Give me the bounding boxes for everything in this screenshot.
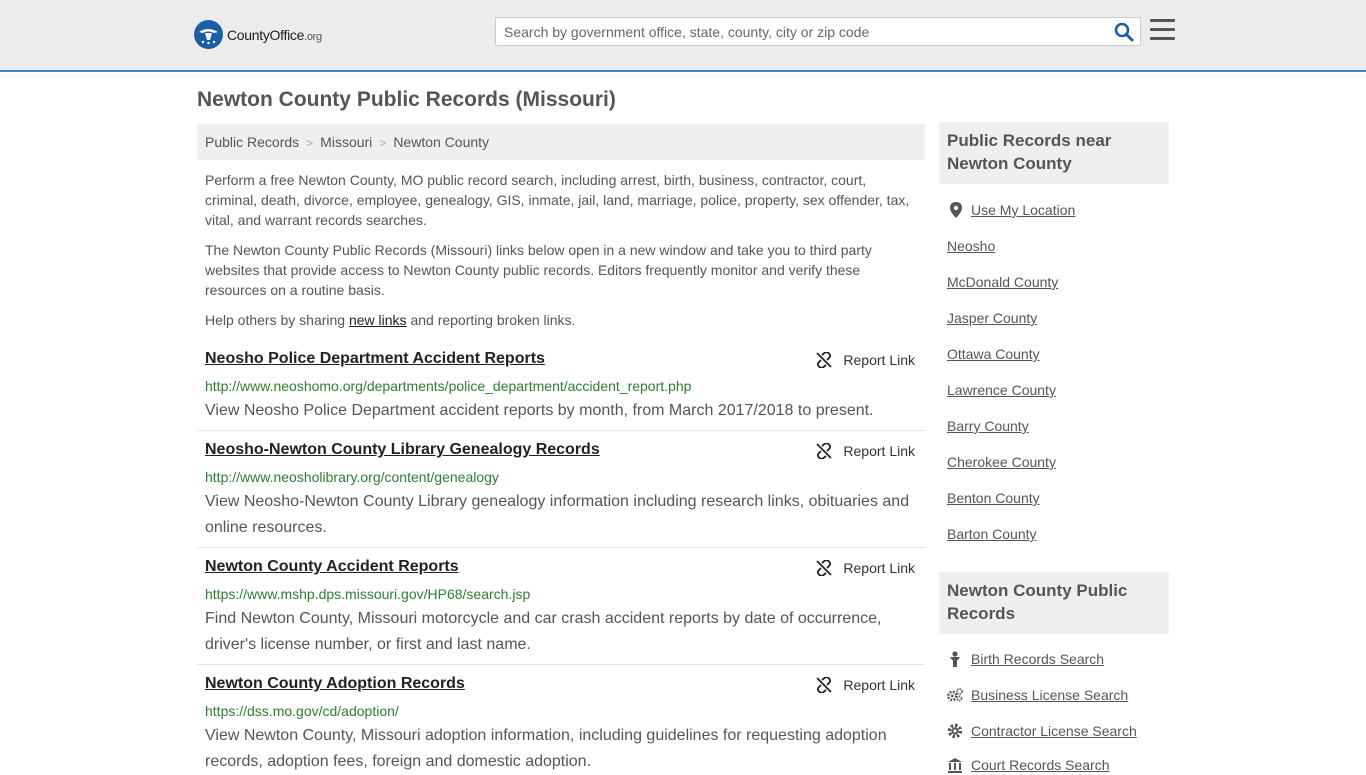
record-description: View Newton County, Missouri adoption in…	[205, 727, 887, 770]
business-license-search-link[interactable]: Business License Search	[947, 687, 1128, 703]
broken-link-icon	[816, 560, 833, 576]
gear-icon	[947, 723, 963, 739]
page-title: Newton County Public Records (Missouri)	[197, 88, 616, 111]
nearby-link-ottawa-county[interactable]: Ottawa County	[947, 346, 1040, 362]
record-title-link[interactable]: Neosho Police Department Accident Report…	[205, 350, 545, 368]
record-item: Neosho Police Department Accident Report…	[197, 350, 925, 431]
nearby-link-mcdonald-county[interactable]: McDonald County	[947, 274, 1058, 290]
record-description: View Neosho Police Department accident r…	[205, 402, 874, 419]
search-box	[495, 17, 1141, 46]
report-link-button[interactable]: Report Link	[816, 443, 915, 459]
logo-text: CountyOffice.org	[227, 26, 322, 43]
report-link-button[interactable]: Report Link	[816, 677, 915, 693]
nearby-link-barton-county[interactable]: Barton County	[947, 526, 1037, 542]
contractor-license-search-link[interactable]: Contractor License Search	[947, 723, 1137, 739]
nearby-records-heading: Public Records near Newton County	[939, 122, 1169, 184]
baby-icon	[947, 651, 963, 667]
nearby-link-neosho[interactable]: Neosho	[947, 238, 995, 254]
record-title-link[interactable]: Newton County Adoption Records	[205, 675, 465, 693]
nearby-link-benton-county[interactable]: Benton County	[947, 490, 1040, 506]
record-description: Find Newton County, Missouri motorcycle …	[205, 610, 882, 653]
report-link-button[interactable]: Report Link	[816, 352, 915, 368]
use-my-location-link[interactable]: Use My Location	[949, 202, 1075, 218]
record-description: View Neosho-Newton County Library geneal…	[205, 493, 910, 536]
nearby-link-jasper-county[interactable]: Jasper County	[947, 310, 1037, 326]
hamburger-menu-icon[interactable]	[1150, 19, 1175, 41]
record-item: Newton County Accident Reports Report Li…	[197, 558, 925, 665]
nearby-link-lawrence-county[interactable]: Lawrence County	[947, 382, 1056, 398]
search-input[interactable]	[496, 18, 1106, 45]
site-header: CountyOffice.org	[0, 0, 1366, 72]
county-records-heading: Newton County Public Records	[939, 572, 1169, 634]
record-item: Neosho-Newton County Library Genealogy R…	[197, 441, 925, 548]
courthouse-icon	[947, 757, 963, 773]
map-marker-icon	[949, 202, 963, 218]
record-url: http://www.neosholibrary.org/content/gen…	[205, 469, 499, 485]
breadcrumb-public-records[interactable]: Public Records	[205, 134, 299, 150]
breadcrumb: Public Records > Missouri > Newton County	[197, 124, 925, 160]
search-icon[interactable]	[1114, 22, 1134, 42]
record-url: https://www.mshp.dps.missouri.gov/HP68/s…	[205, 586, 531, 602]
record-title-link[interactable]: Newton County Accident Reports	[205, 558, 459, 576]
nearby-link-cherokee-county[interactable]: Cherokee County	[947, 454, 1056, 470]
gears-icon	[947, 687, 963, 703]
broken-link-icon	[816, 443, 833, 459]
intro-paragraph-2: The Newton County Public Records (Missou…	[205, 242, 872, 298]
broken-link-icon	[816, 677, 833, 693]
record-url: http://www.neoshomo.org/departments/poli…	[205, 378, 692, 394]
breadcrumb-separator-icon: >	[379, 136, 387, 150]
breadcrumb-separator-icon: >	[306, 136, 314, 150]
breadcrumb-missouri[interactable]: Missouri	[320, 134, 372, 150]
site-logo[interactable]: CountyOffice.org	[194, 20, 322, 49]
new-links-link[interactable]: new links	[349, 312, 407, 328]
intro-paragraph-1: Perform a free Newton County, MO public …	[205, 172, 910, 228]
breadcrumb-newton-county[interactable]: Newton County	[393, 134, 489, 150]
court-records-search-link[interactable]: Court Records Search	[947, 757, 1110, 773]
nearby-link-barry-county[interactable]: Barry County	[947, 418, 1029, 434]
record-url: https://dss.mo.gov/cd/adoption/	[205, 703, 399, 719]
logo-eagle-icon	[194, 20, 223, 49]
intro-paragraph-3: Help others by sharing new links and rep…	[205, 312, 576, 328]
report-link-button[interactable]: Report Link	[816, 560, 915, 576]
broken-link-icon	[816, 352, 833, 368]
record-item: Newton County Adoption Records Report Li…	[197, 675, 925, 770]
birth-records-search-link[interactable]: Birth Records Search	[947, 651, 1104, 667]
record-title-link[interactable]: Neosho-Newton County Library Genealogy R…	[205, 441, 600, 459]
